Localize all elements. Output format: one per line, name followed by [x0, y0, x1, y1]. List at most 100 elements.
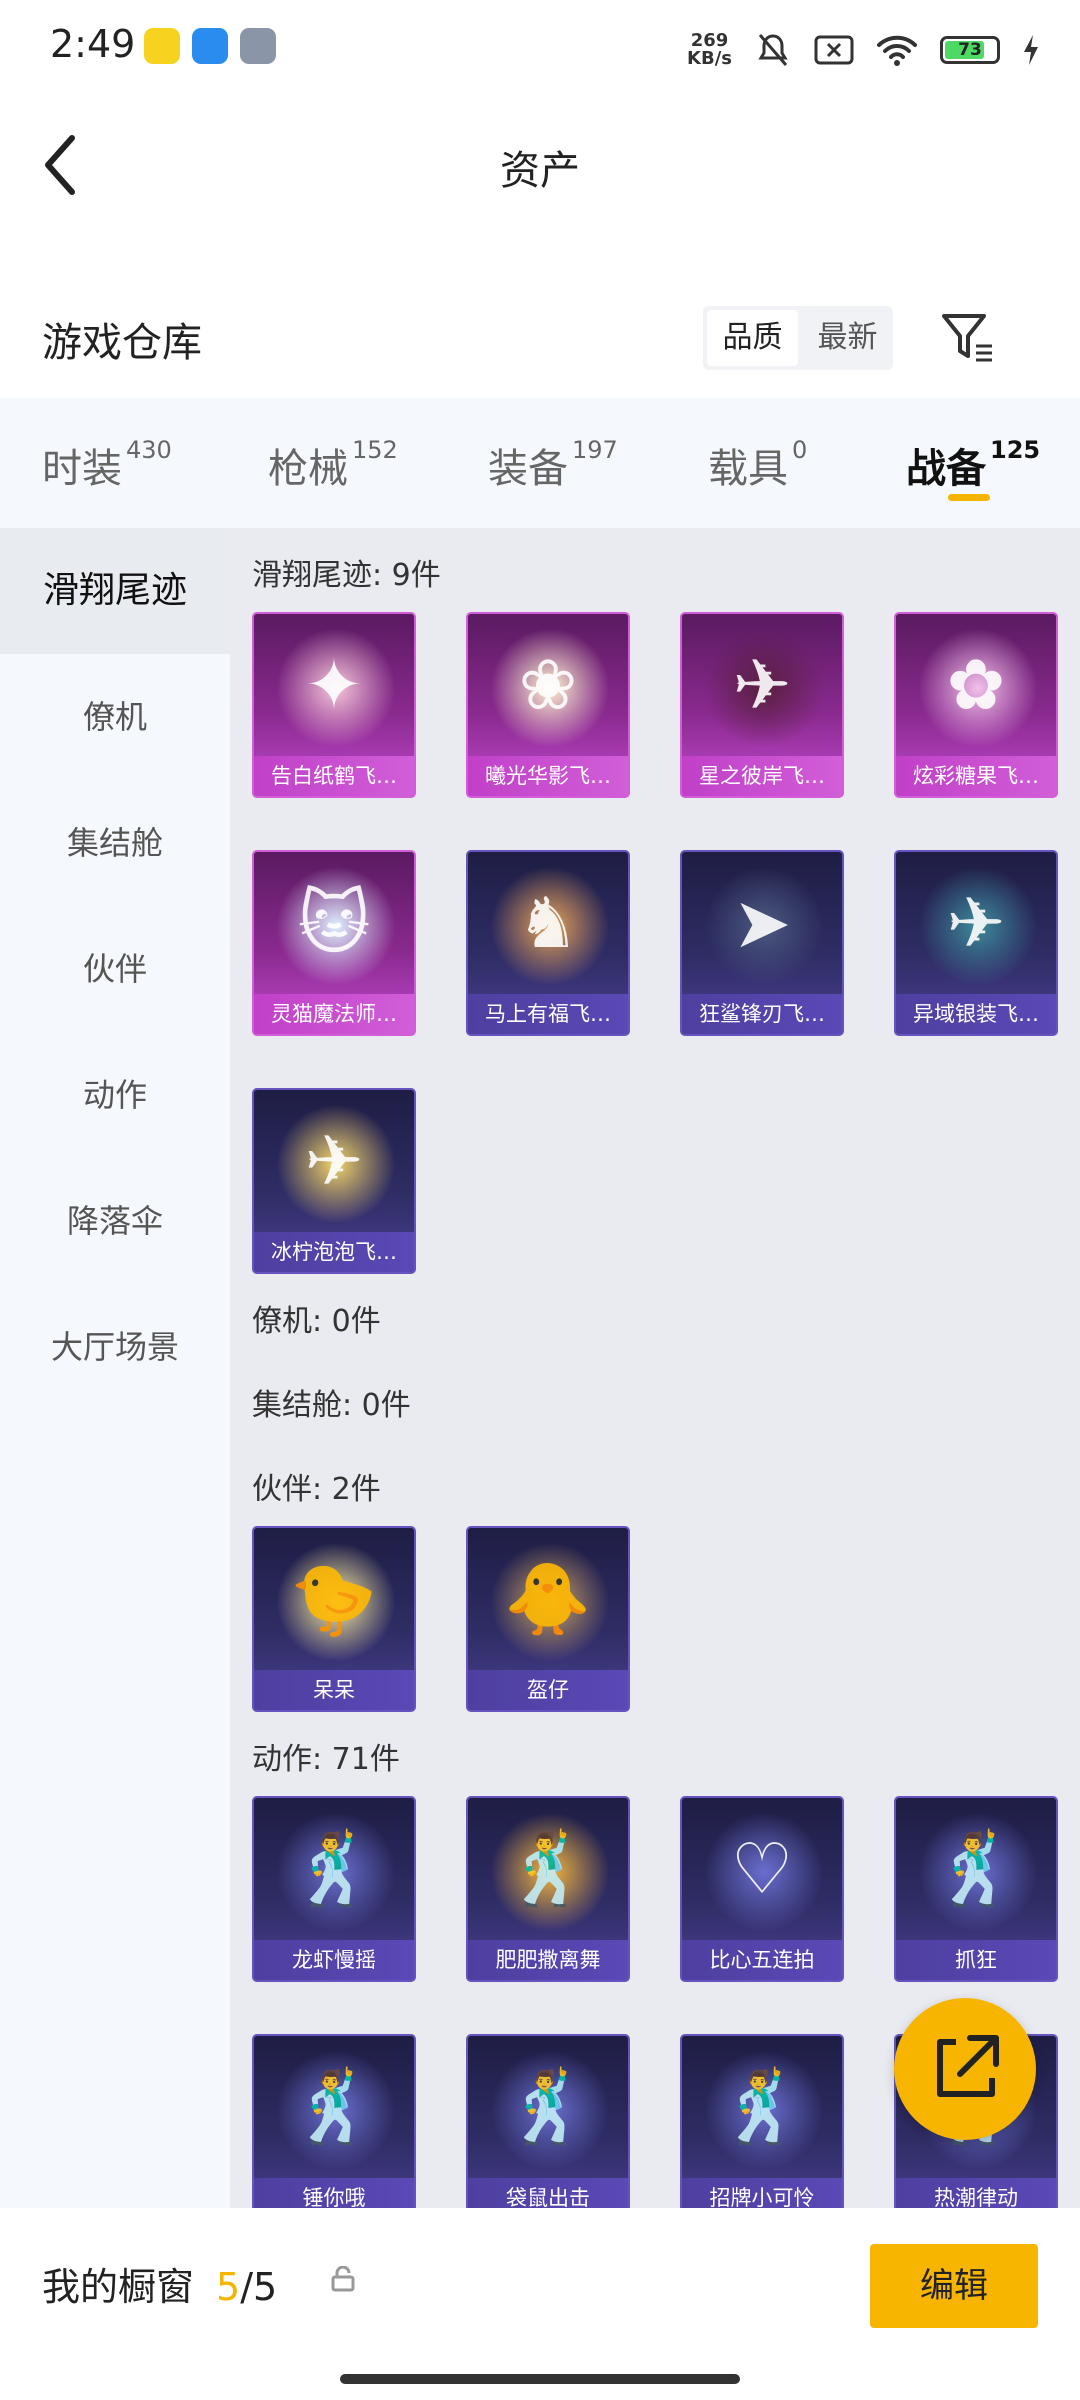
- wifi-icon: [877, 35, 917, 66]
- home-indicator[interactable]: [340, 2374, 740, 2384]
- cat-icon: 🐱: [297, 882, 371, 964]
- sidebar-item-emote[interactable]: 动作: [0, 1032, 230, 1158]
- item-card[interactable]: ♡ 比心五连拍: [680, 1796, 844, 1982]
- sort-quality-button[interactable]: 品质: [707, 310, 798, 366]
- category-tabs: 时装 430 枪械 152 装备 197 载具 0 战备 125: [0, 398, 1080, 528]
- dancer-icon: 🕺: [932, 1828, 1020, 1910]
- sidebar-item-glide-trail[interactable]: 滑翔尾迹: [0, 528, 230, 654]
- sort-newest-button[interactable]: 最新: [802, 306, 893, 370]
- dancer-icon: 🕺: [290, 1828, 378, 1910]
- item-label: 热潮律动: [896, 2178, 1056, 2208]
- share-fab-button[interactable]: [894, 1998, 1036, 2140]
- horse-icon: ♞: [516, 882, 580, 964]
- dancer-icon: 🕺: [718, 2066, 806, 2148]
- tab-battle-prep[interactable]: 战备 125: [906, 436, 1040, 494]
- item-card[interactable]: ➤ 狂鲨锋刃飞…: [680, 850, 844, 1036]
- item-label: 炫彩糖果飞…: [896, 756, 1056, 796]
- group-title-partner: 伙伴: 2件: [252, 1472, 381, 1507]
- chick-icon: 🐤: [290, 1558, 378, 1640]
- group-title-wingman: 僚机: 0件: [252, 1304, 381, 1339]
- item-label: 告白纸鹤飞…: [254, 756, 414, 796]
- heart-hands-icon: ♡: [730, 1828, 794, 1910]
- item-label: 盔仔: [468, 1670, 628, 1710]
- dancer-icon: 🕺: [504, 2066, 592, 2148]
- sidebar-item-partner[interactable]: 伙伴: [0, 906, 230, 1032]
- shark-icon: ➤: [732, 882, 792, 964]
- glider-icon: ✈: [304, 1120, 364, 1202]
- showcase-total: /5: [240, 2265, 278, 2309]
- net-speed: 269 KB/s: [687, 30, 732, 69]
- showcase-counter: 我的橱窗 5/5: [42, 2256, 277, 2311]
- flower-icon: ❀: [518, 644, 578, 726]
- item-label: 龙虾慢摇: [254, 1940, 414, 1980]
- share-out-icon: [937, 2035, 999, 2097]
- item-card[interactable]: ✿ 炫彩糖果飞…: [894, 612, 1058, 798]
- paper-crane-icon: ✦: [304, 644, 364, 726]
- group-title-emote: 动作: 71件: [252, 1742, 400, 1777]
- header: 资产: [0, 100, 1080, 230]
- page-title: 资产: [500, 148, 580, 194]
- candy-icon: ✿: [946, 644, 1006, 726]
- item-label: 异域银装飞…: [896, 994, 1056, 1034]
- item-card[interactable]: 🕺 龙虾慢摇: [252, 1796, 416, 1982]
- section-title: 游戏仓库: [42, 320, 202, 366]
- group-title-glide-trail: 滑翔尾迹: 9件: [252, 558, 441, 593]
- status-time: 2:49: [50, 22, 136, 66]
- group-title-assembly-pod: 集结舱: 0件: [252, 1388, 411, 1423]
- item-label: 比心五连拍: [682, 1940, 842, 1980]
- item-label: 星之彼岸飞…: [682, 756, 842, 796]
- tab-equipment[interactable]: 装备 197: [488, 436, 618, 494]
- item-label: 呆呆: [254, 1670, 414, 1710]
- item-label: 曦光华影飞…: [468, 756, 628, 796]
- sidebar-item-lobby-scene[interactable]: 大厅场景: [0, 1284, 230, 1410]
- sidebar-item-wingman[interactable]: 僚机: [0, 654, 230, 780]
- wing-craft-icon: ✈: [946, 882, 1006, 964]
- active-tab-indicator: [948, 494, 990, 501]
- item-label: 灵猫魔法师…: [254, 994, 414, 1034]
- item-card[interactable]: 🐱 灵猫魔法师…: [252, 850, 416, 1036]
- item-card[interactable]: ❀ 曦光华影飞…: [466, 612, 630, 798]
- item-label: 冰柠泡泡飞…: [254, 1232, 414, 1272]
- item-label: 锤你哦: [254, 2178, 414, 2208]
- item-card[interactable]: ✈ 异域银装飞…: [894, 850, 1058, 1036]
- helmet-chick-icon: 🐥: [504, 1558, 592, 1640]
- tab-guns[interactable]: 枪械 152: [268, 436, 398, 494]
- tab-fashion[interactable]: 时装 430: [42, 436, 172, 494]
- sidebar-item-parachute[interactable]: 降落伞: [0, 1158, 230, 1284]
- item-card[interactable]: ✈ 冰柠泡泡飞…: [252, 1088, 416, 1274]
- status-bar: 2:49 269 KB/s 73: [0, 0, 1080, 100]
- dancer-icon: 🕺: [504, 1828, 592, 1910]
- tab-vehicles[interactable]: 载具 0: [708, 436, 807, 494]
- sidebar: 滑翔尾迹 僚机 集结舱 伙伴 动作 降落伞 大厅场景: [0, 528, 230, 2208]
- filter-icon[interactable]: [940, 310, 996, 366]
- mute-icon: [758, 34, 788, 66]
- item-card[interactable]: 🕺 肥肥撒离舞: [466, 1796, 630, 1982]
- bottom-bar: 我的橱窗 5/5 编辑: [0, 2208, 1080, 2400]
- item-label: 马上有福飞…: [468, 994, 628, 1034]
- item-label: 招牌小可怜: [682, 2178, 842, 2208]
- item-card[interactable]: 🐥 盔仔: [466, 1526, 630, 1712]
- item-card[interactable]: 🕺 袋鼠出击: [466, 2034, 630, 2208]
- item-grid: 滑翔尾迹: 9件 ✦ 告白纸鹤飞… ❀ 曦光华影飞… ✈ 星之彼岸飞… ✿ 炫彩…: [230, 528, 1080, 2208]
- showcase-label: 我的橱窗: [42, 2265, 195, 2309]
- app-notification-icon: [144, 28, 180, 64]
- battery-icon: 73: [940, 36, 1000, 64]
- item-label: 肥肥撒离舞: [468, 1940, 628, 1980]
- wrench-icon: [240, 28, 276, 64]
- sidebar-item-assembly-pod[interactable]: 集结舱: [0, 780, 230, 906]
- item-card[interactable]: 🕺 招牌小可怜: [680, 2034, 844, 2208]
- item-card[interactable]: 🕺 抓狂: [894, 1796, 1058, 1982]
- item-card[interactable]: ♞ 马上有福飞…: [466, 850, 630, 1036]
- item-card[interactable]: ✈ 星之彼岸飞…: [680, 612, 844, 798]
- item-card[interactable]: 🕺 锤你哦: [252, 2034, 416, 2208]
- sort-toggle: 品质 最新: [703, 306, 893, 370]
- item-card[interactable]: 🐤 呆呆: [252, 1526, 416, 1712]
- item-card[interactable]: ✦ 告白纸鹤飞…: [252, 612, 416, 798]
- item-label: 狂鲨锋刃飞…: [682, 994, 842, 1034]
- app-notification-icon: [192, 28, 228, 64]
- dancer-icon: 🕺: [290, 2066, 378, 2148]
- wing-craft-icon: ✈: [732, 644, 792, 726]
- charging-icon: [1024, 35, 1038, 65]
- item-label: 袋鼠出击: [468, 2178, 628, 2208]
- edit-button[interactable]: 编辑: [870, 2244, 1038, 2328]
